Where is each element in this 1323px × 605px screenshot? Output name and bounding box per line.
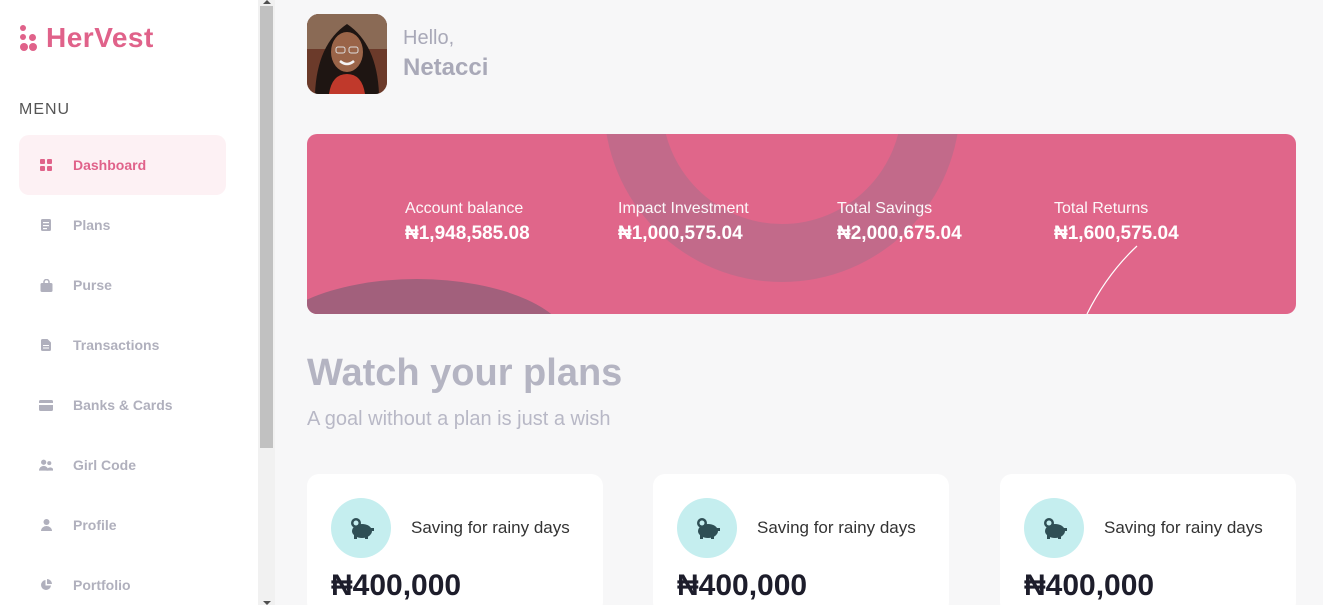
piggy-bank-icon — [1024, 498, 1084, 558]
sidebar-item-label: Girl Code — [73, 457, 137, 473]
pie-chart-icon — [39, 578, 53, 592]
menu-label: MENU — [19, 101, 71, 118]
brand-name: HerVest — [46, 22, 154, 53]
sidebar-item-portfolio[interactable]: Portfolio — [19, 555, 226, 605]
stat-value: ₦2,000,675.04 — [837, 223, 962, 244]
sidebar-item-label: Banks & Cards — [73, 397, 173, 413]
scrollbar-thumb[interactable] — [260, 6, 273, 448]
plans-section-title: Watch your plans — [307, 352, 623, 394]
sidebar-item-label: Profile — [73, 517, 117, 533]
plan-name: Saving for rainy days — [411, 518, 570, 537]
stat-value: ₦1,600,575.04 — [1054, 223, 1179, 244]
account-summary-banner: Account balance ₦1,948,585.08 Impact Inv… — [307, 134, 1296, 314]
sidebar-item-transactions[interactable]: Transactions — [19, 315, 226, 375]
plan-card[interactable]: Saving for rainy days ₦400,000 — [1000, 474, 1296, 605]
sidebar-item-label: Transactions — [73, 337, 160, 353]
avatar[interactable] — [307, 14, 387, 94]
users-icon — [39, 458, 53, 472]
grid-icon — [39, 158, 53, 172]
greeting-text: Hello, — [403, 27, 455, 49]
file-icon — [39, 338, 53, 352]
scroll-down-arrow-icon[interactable] — [263, 601, 271, 605]
sidebar-scrollbar[interactable] — [258, 0, 275, 605]
stat-label: Account balance — [405, 200, 524, 217]
plan-card[interactable]: Saving for rainy days ₦400,000 — [653, 474, 949, 605]
stat-label: Total Returns — [1054, 200, 1149, 217]
scroll-up-arrow-icon[interactable] — [263, 0, 271, 4]
total-savings-stat: Total Savings ₦2,000,675.04 — [837, 200, 962, 245]
bag-icon — [39, 278, 53, 292]
card-icon — [39, 398, 53, 412]
total-returns-stat: Total Returns ₦1,600,575.04 — [1054, 200, 1179, 245]
user-icon — [39, 518, 53, 532]
account-balance-stat: Account balance ₦1,948,585.08 — [405, 200, 530, 245]
sidebar-item-banks-cards[interactable]: Banks & Cards — [19, 375, 226, 435]
sidebar-item-purse[interactable]: Purse — [19, 255, 226, 315]
piggy-bank-icon — [677, 498, 737, 558]
sidebar-item-profile[interactable]: Profile — [19, 495, 226, 555]
sidebar-item-girl-code[interactable]: Girl Code — [19, 435, 226, 495]
sidebar-item-plans[interactable]: Plans — [19, 195, 226, 255]
plan-amount: ₦400,000 — [1024, 569, 1155, 602]
piggy-bank-icon — [331, 498, 391, 558]
sidebar-item-label: Dashboard — [73, 157, 147, 173]
sidebar-item-label: Plans — [73, 217, 111, 233]
sidebar-item-dashboard[interactable]: Dashboard — [19, 135, 226, 195]
logo-mark-icon — [18, 23, 38, 53]
username: Netacci — [403, 54, 489, 81]
document-icon — [39, 218, 53, 232]
stat-value: ₦1,948,585.08 — [405, 223, 530, 244]
stat-label: Impact Investment — [618, 200, 749, 217]
plan-name: Saving for rainy days — [1104, 518, 1263, 537]
brand-logo[interactable]: HerVest — [18, 22, 154, 54]
plan-name: Saving for rainy days — [757, 518, 916, 537]
plans-section-subtitle: A goal without a plan is just a wish — [307, 408, 611, 430]
plan-amount: ₦400,000 — [331, 569, 462, 602]
impact-investment-stat: Impact Investment ₦1,000,575.04 — [618, 200, 749, 245]
sidebar-item-label: Portfolio — [73, 577, 131, 593]
stat-value: ₦1,000,575.04 — [618, 223, 743, 244]
plan-card[interactable]: Saving for rainy days ₦400,000 — [307, 474, 603, 605]
stat-label: Total Savings — [837, 200, 933, 217]
plan-amount: ₦400,000 — [677, 569, 808, 602]
sidebar-item-label: Purse — [73, 277, 112, 293]
sidebar: HerVest MENU Dashboard Plans Purse Trans… — [0, 0, 258, 605]
